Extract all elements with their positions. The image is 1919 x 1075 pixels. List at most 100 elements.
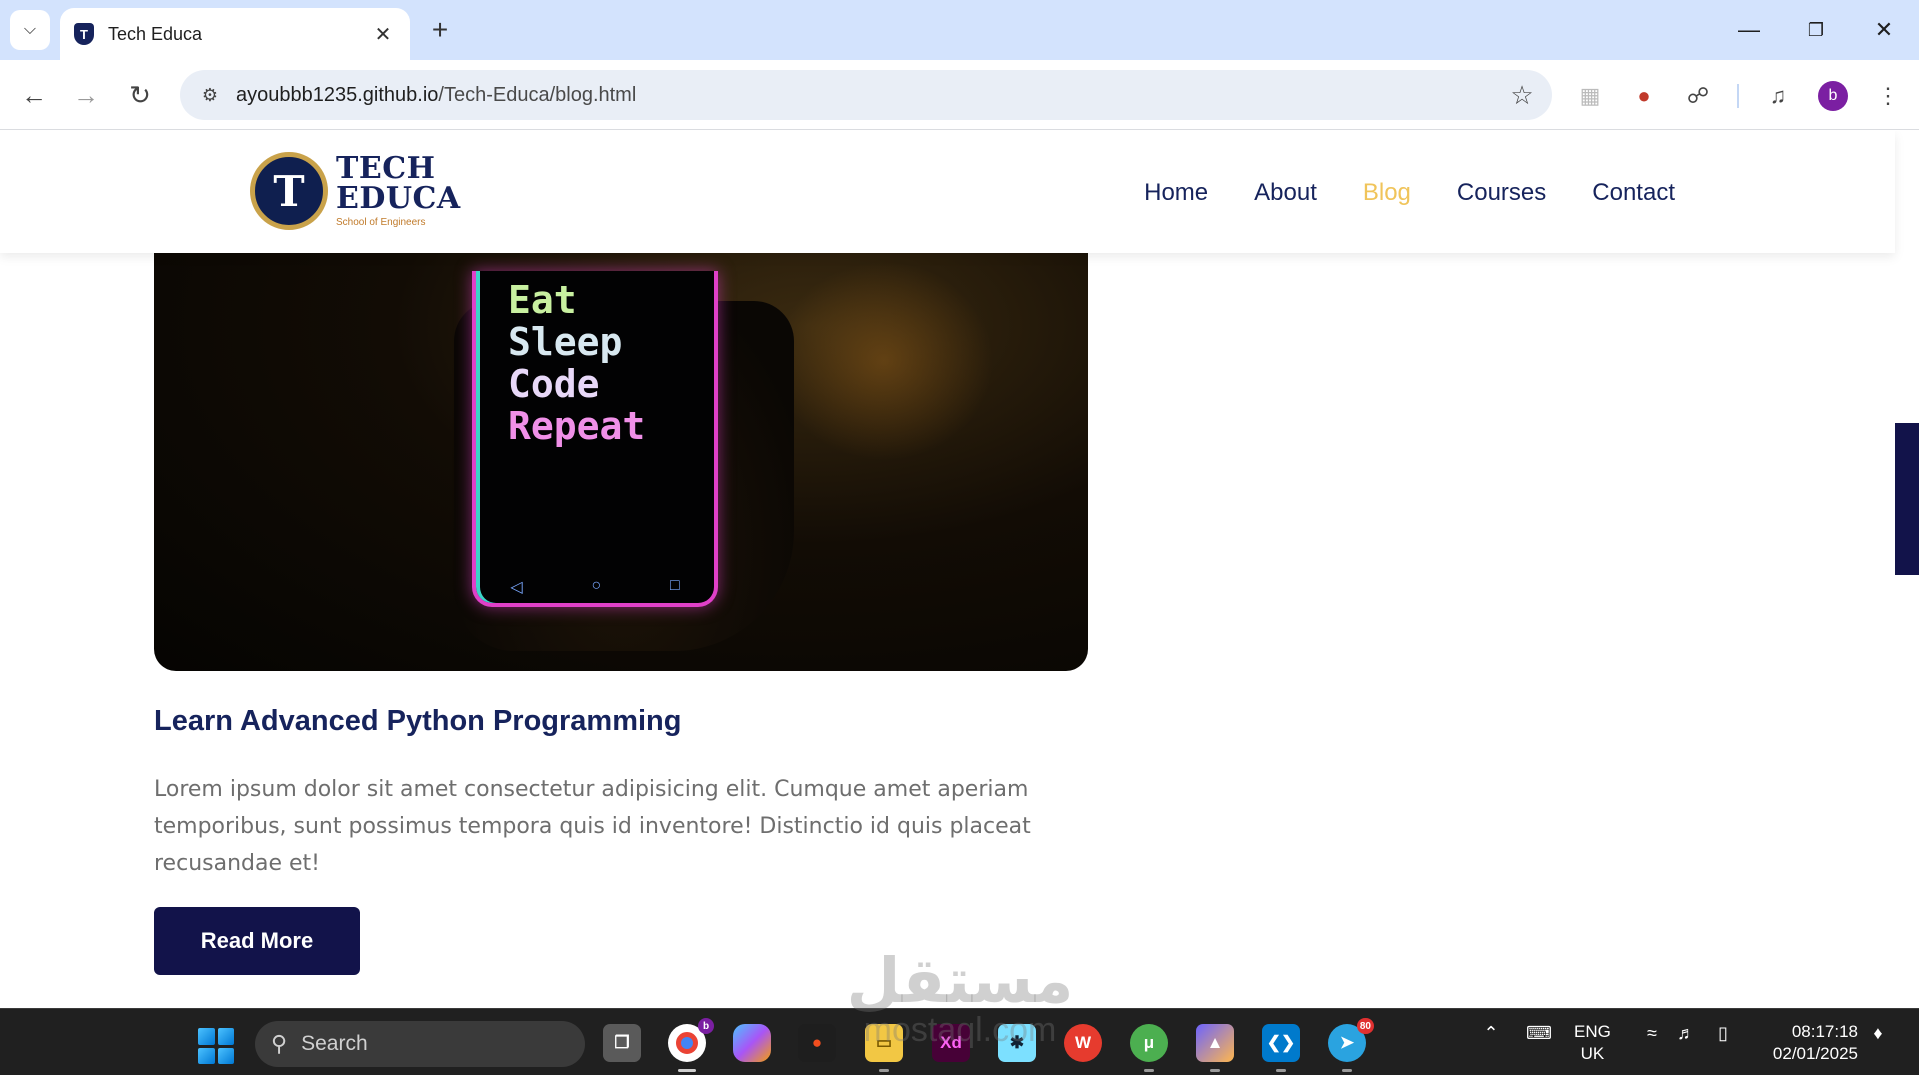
address-bar[interactable]: ⚙ ayoubbb1235.github.io/Tech-Educa/blog.…: [180, 70, 1552, 120]
logo-line-1: TECH: [336, 151, 436, 186]
minimize-button[interactable]: —: [1714, 0, 1784, 60]
wifi-icon: ≈: [1647, 1023, 1657, 1043]
chrome-profile-badge: b: [698, 1018, 714, 1034]
site-info-button[interactable]: ⚙: [194, 79, 226, 111]
file-explorer-app[interactable]: ▭: [865, 1024, 903, 1072]
folder-icon: ▭: [875, 1033, 893, 1052]
app-running-indicator: [1276, 1069, 1286, 1072]
windows-logo-icon: [217, 1028, 234, 1045]
logo-tagline: School of Engineers: [336, 217, 426, 228]
show-hidden-icons-button[interactable]: ⌃: [1478, 1023, 1504, 1044]
reload-button[interactable]: ↻: [120, 75, 160, 115]
post-image: Eat Sleep Code Repeat ◁ ○ □: [154, 211, 1088, 671]
nav-contact[interactable]: Contact: [1592, 179, 1675, 207]
browser-menu-button[interactable]: ⋮: [1870, 78, 1906, 114]
restore-button[interactable]: ❐: [1781, 0, 1851, 60]
star-icon: ☆: [1510, 79, 1534, 110]
phone-text-line: Repeat: [508, 404, 646, 448]
side-tab[interactable]: [1895, 423, 1919, 575]
telegram-app[interactable]: ➤ 80: [1328, 1018, 1374, 1072]
input-language-button[interactable]: ENG UK: [1574, 1021, 1611, 1065]
profile-avatar[interactable]: b: [1818, 81, 1848, 111]
touch-keyboard-button[interactable]: ⌨: [1524, 1023, 1554, 1044]
network-button[interactable]: ≈: [1638, 1023, 1666, 1044]
volume-button[interactable]: ♬: [1672, 1023, 1700, 1044]
utorrent-icon: μ: [1143, 1033, 1155, 1052]
utorrent-app[interactable]: μ: [1130, 1024, 1168, 1072]
clock-time: 08:17:18: [1791, 1022, 1858, 1041]
asterisk-app[interactable]: ✱: [998, 1024, 1036, 1062]
toolbar-separator: [1737, 84, 1739, 108]
post-title[interactable]: Learn Advanced Python Programming: [154, 705, 681, 738]
battery-button[interactable]: ▯: [1708, 1023, 1738, 1044]
tab-search-button[interactable]: ⌵: [10, 10, 50, 50]
tab-favicon: T: [74, 23, 94, 45]
tab-strip: ⌵ T Tech Educa ✕ + — ❐ ✕: [0, 0, 1919, 60]
image-glow: [774, 261, 994, 461]
app-running-indicator: [678, 1069, 696, 1072]
url-path: /Tech-Educa/blog.html: [438, 83, 637, 106]
asterisk-icon: ✱: [1009, 1033, 1025, 1052]
circle-home-icon: ○: [591, 577, 602, 594]
chevron-down-icon: ⌵: [23, 21, 37, 38]
extension-icon: ▦: [1579, 83, 1601, 108]
bookmark-button[interactable]: ☆: [1502, 80, 1542, 111]
site-logo[interactable]: T TECH EDUCA School of Engineers: [250, 151, 475, 231]
extensions-button[interactable]: ☍: [1680, 78, 1716, 114]
tab-title: Tech Educa: [108, 23, 203, 44]
media-button[interactable]: ♫: [1760, 78, 1796, 114]
chrome-app[interactable]: b: [668, 1018, 714, 1072]
close-tab-button[interactable]: ✕: [370, 22, 396, 47]
new-tab-button[interactable]: +: [424, 14, 456, 46]
figma-app[interactable]: ●: [798, 1024, 836, 1062]
plus-icon: +: [431, 14, 449, 45]
taskbar-search[interactable]: ⚲ Search: [255, 1021, 585, 1067]
nav-about[interactable]: About: [1254, 179, 1317, 207]
notifications-button[interactable]: ♦: [1864, 1023, 1892, 1044]
chevron-up-icon: ⌃: [1483, 1023, 1499, 1043]
telegram-icon: ➤: [1339, 1033, 1355, 1052]
phone-text-line: Code: [508, 362, 600, 406]
adobe-xd-app[interactable]: Xd: [932, 1024, 970, 1062]
forward-button[interactable]: →: [66, 75, 106, 115]
puzzle-icon: ☍: [1686, 83, 1710, 108]
close-window-button[interactable]: ✕: [1849, 0, 1919, 60]
photos-app[interactable]: ▲: [1196, 1024, 1234, 1072]
photos-icon: ▲: [1206, 1033, 1224, 1052]
nav-courses[interactable]: Courses: [1457, 179, 1546, 207]
extension-button[interactable]: ▦: [1572, 78, 1608, 114]
wps-office-app[interactable]: W: [1064, 1024, 1102, 1062]
extension-blocked-button[interactable]: ●: [1626, 78, 1662, 114]
shopping-extension-icon: ●: [1637, 83, 1651, 108]
language-code: ENG: [1574, 1022, 1611, 1041]
adobe-xd-icon: Xd: [940, 1033, 962, 1052]
minimize-icon: —: [1738, 17, 1760, 42]
taskbar: ⚲ Search ❐ b ● ▭ Xd ✱ W μ ▲ ❮❯ ➤ 80 ⌃ ⌨ …: [0, 1008, 1919, 1075]
site-header: T TECH EDUCA School of Engineers Home Ab…: [0, 131, 1895, 253]
windows-logo-icon: [217, 1047, 234, 1064]
reload-icon: ↻: [129, 79, 151, 110]
vscode-app[interactable]: ❮❯: [1262, 1024, 1300, 1072]
url-text[interactable]: ayoubbb1235.github.io/Tech-Educa/blog.ht…: [236, 84, 1502, 107]
main-nav: Home About Blog Courses Contact: [1144, 179, 1675, 207]
copilot-app[interactable]: [733, 1024, 771, 1062]
tune-icon: ⚙: [201, 84, 219, 105]
task-view-app[interactable]: ❐: [603, 1024, 641, 1062]
page-scrollbar[interactable]: [1895, 253, 1919, 1008]
back-button[interactable]: ←: [14, 75, 54, 115]
app-running-indicator: [1144, 1069, 1154, 1072]
phone-text-line: Eat: [508, 278, 577, 322]
battery-icon: ▯: [1718, 1023, 1728, 1043]
start-button[interactable]: [198, 1028, 234, 1064]
kebab-menu-icon: ⋮: [1877, 83, 1899, 108]
read-more-button[interactable]: Read More: [154, 907, 360, 975]
browser-tab[interactable]: T Tech Educa ✕: [60, 8, 410, 60]
nav-blog[interactable]: Blog: [1363, 179, 1411, 207]
clock-date: 02/01/2025: [1772, 1044, 1858, 1063]
clock[interactable]: 08:17:18 02/01/2025: [1758, 1021, 1858, 1065]
app-running-indicator: [1210, 1069, 1220, 1072]
speaker-icon: ♬: [1677, 1023, 1695, 1043]
logo-text: TECH EDUCA School of Engineers: [336, 154, 461, 228]
nav-home[interactable]: Home: [1144, 179, 1208, 207]
figma-icon: ●: [811, 1033, 823, 1052]
